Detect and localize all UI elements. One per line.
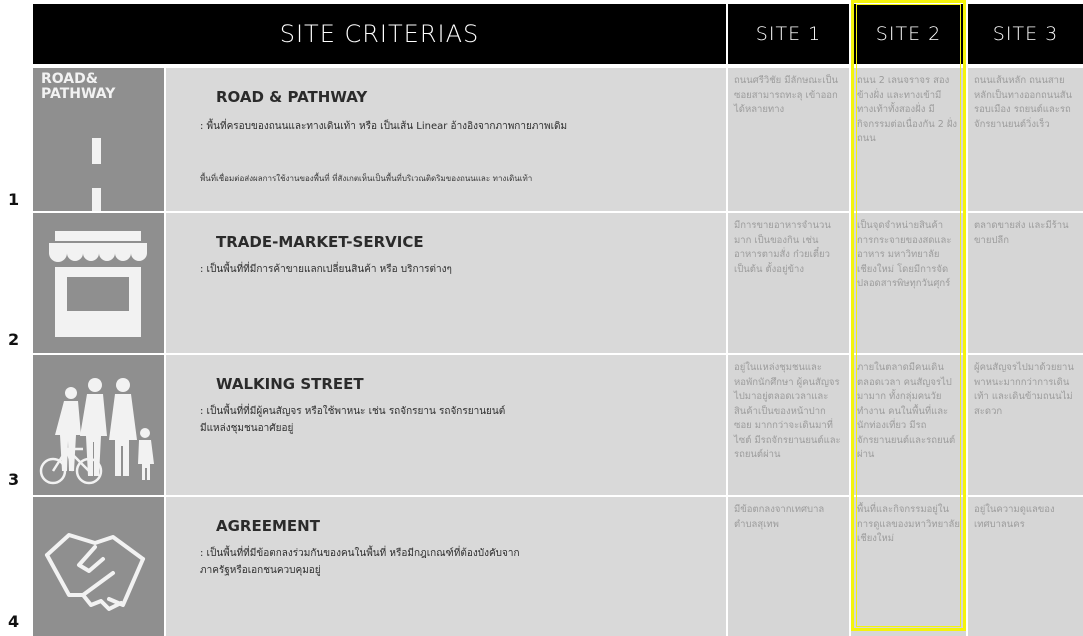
site1-road-pathway: ถนนศรีวิชัย มีลักษณะเป็นซอยสามารถทะลุ เข… xyxy=(728,68,849,211)
criteria-trade-market-service: TRADE-MARKET-SERVICE : เป็นพื้นที่ที่มีก… xyxy=(166,213,726,353)
road-icon-label: ROAD& PATHWAY xyxy=(41,71,116,102)
site3-agreement: อยู่ในความดูแลของเทศบาลนคร xyxy=(968,497,1083,636)
criteria-description: : เป็นพื้นที่ที่มีข้อตกลงร่วมกันของคนในพ… xyxy=(200,548,520,576)
criteria-description: : เป็นพื้นที่ที่มีผู้คนสัญจร หรือใช้พาหน… xyxy=(200,406,506,434)
site1-header: SITE 1 xyxy=(728,4,849,64)
site1-trade-market: มีการขายอาหารจำนวนมาก เป็นของกิน เช่น อา… xyxy=(728,213,849,353)
criteria-title: AGREEMENT xyxy=(216,517,320,535)
criteria-description: : พื้นที่ครอบของถนนและทางเดินเท้า หรือ เ… xyxy=(200,121,568,132)
criteria-header: SITE CRITERIAS xyxy=(33,4,726,64)
road-icon: ROAD& PATHWAY xyxy=(33,68,164,211)
site2-road-pathway: ถนน 2 เลนจราจร สองข้างฝั่ง และทางเข้ามีท… xyxy=(851,68,966,211)
criteria-road-pathway: ROAD & PATHWAY : พื้นที่ครอบของถนนและทาง… xyxy=(166,68,726,211)
site2-trade-market: เป็นจุดจำหน่ายสินค้า การกระจายของสดและอา… xyxy=(851,213,966,353)
site3-walking-street: ผู้คนสัญจรไปมาด้วยยานพาหนะมากกว่าการเดิน… xyxy=(968,355,1083,495)
row-number-2: 2 xyxy=(8,330,20,349)
site1-walking-street: อยู่ในแหล่งชุมชนและหอพักนักศึกษา ผู้คนสั… xyxy=(728,355,849,495)
handshake-icon xyxy=(33,497,164,636)
market-stall-icon xyxy=(33,213,164,353)
site3-header: SITE 3 xyxy=(968,4,1083,64)
row-number-4: 4 xyxy=(8,612,20,631)
site2-walking-street: ภายในตลาดมีคนเดินตลอดเวลา คนสัญจรไปมามาก… xyxy=(851,355,966,495)
criteria-note: พื้นที่เชื่อมต่อส่งผลการใช้งานของพื้นที่… xyxy=(200,174,533,183)
criteria-description: : เป็นพื้นที่ที่มีการค้าขายแลกเปลี่ยนสิน… xyxy=(200,264,452,275)
row-number-1: 1 xyxy=(8,190,20,209)
criteria-title: TRADE-MARKET-SERVICE xyxy=(216,233,424,251)
row-number-3: 3 xyxy=(8,470,20,489)
criteria-title: WALKING STREET xyxy=(216,375,364,393)
site2-header: SITE 2 xyxy=(851,4,966,64)
site1-agreement: มีข้อตกลงจากเทศบาลตำบลสุเทพ xyxy=(728,497,849,636)
walking-people-icon xyxy=(33,355,164,495)
site3-trade-market: ตลาดขายส่ง และมีร้านขายปลีก xyxy=(968,213,1083,353)
criteria-title: ROAD & PATHWAY xyxy=(216,88,368,106)
criteria-agreement: AGREEMENT : เป็นพื้นที่ที่มีข้อตกลงร่วมก… xyxy=(166,497,726,636)
site3-road-pathway: ถนนเส้นหลัก ถนนสายหลักเป็นทางออกถนนสันรอ… xyxy=(968,68,1083,211)
site2-agreement: พื้นที่และกิจกรรมอยู่ในการดูแลของมหาวิทย… xyxy=(851,497,966,636)
criteria-walking-street: WALKING STREET : เป็นพื้นที่ที่มีผู้คนสั… xyxy=(166,355,726,495)
